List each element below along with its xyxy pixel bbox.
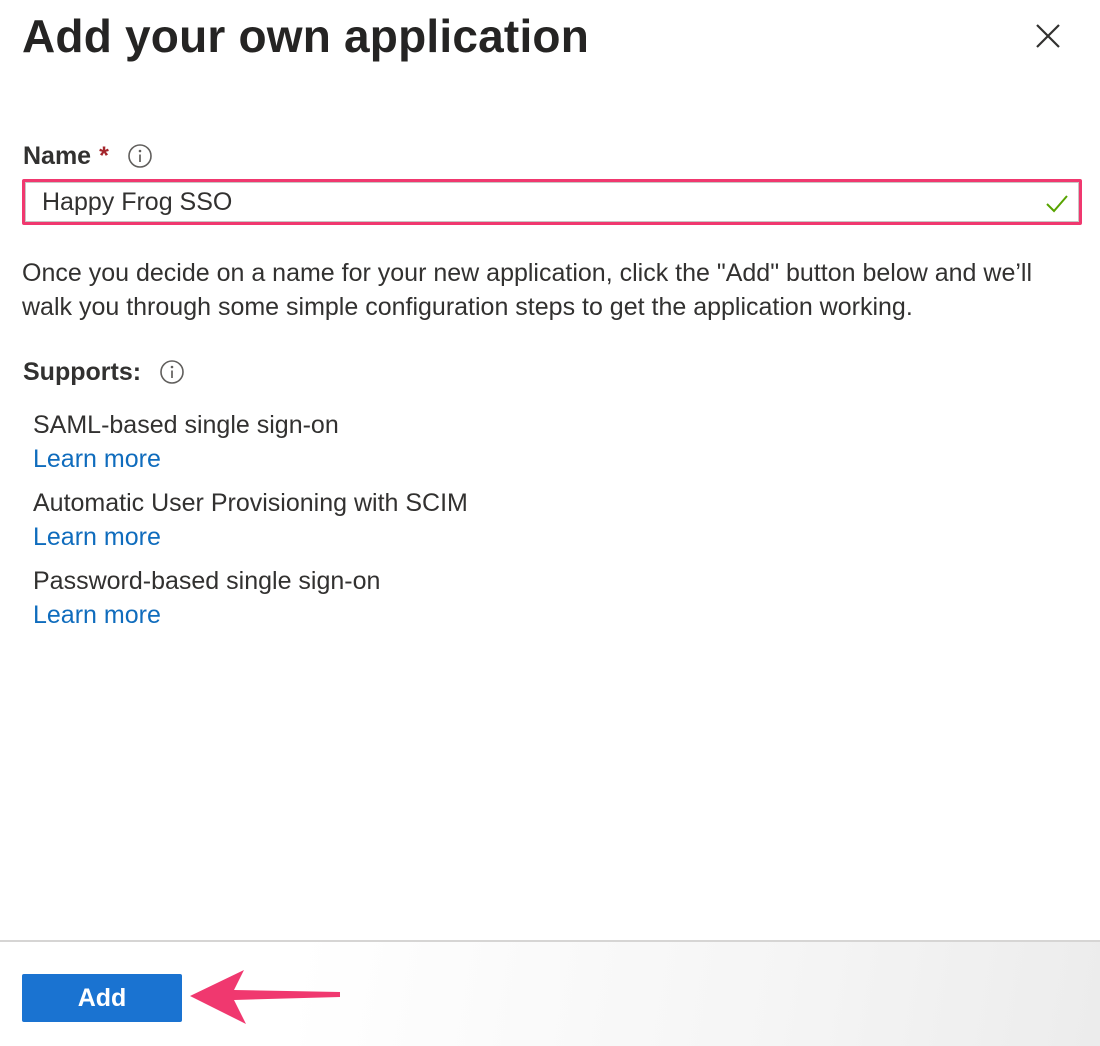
learn-more-link[interactable]: Learn more (33, 442, 161, 476)
close-icon (1036, 24, 1060, 48)
support-name: Password-based single sign-on (33, 567, 381, 595)
add-application-panel: Add your own application Name * Once you… (0, 0, 1100, 1046)
list-item: Password-based single sign-on Learn more (33, 564, 933, 642)
learn-more-link[interactable]: Learn more (33, 520, 161, 554)
page-title: Add your own application (22, 10, 590, 62)
name-input[interactable] (25, 182, 1079, 222)
supports-label: Supports: (23, 357, 142, 386)
list-item: SAML-based single sign-on Learn more (33, 408, 933, 486)
description-text: Once you decide on a name for your new a… (22, 259, 1033, 321)
supports-label-row: Supports: (23, 356, 185, 388)
support-name: Automatic User Provisioning with SCIM (33, 489, 468, 517)
checkmark-icon (1046, 195, 1068, 213)
name-label: Name (23, 141, 92, 170)
support-name: SAML-based single sign-on (33, 411, 339, 439)
arrow-icon (190, 970, 340, 1024)
footer-background (300, 942, 1100, 1046)
info-icon[interactable] (127, 143, 153, 169)
list-item: Automatic User Provisioning with SCIM Le… (33, 486, 933, 564)
required-marker: * (99, 141, 109, 170)
info-icon[interactable] (159, 359, 185, 385)
name-label-row: Name * (23, 140, 153, 172)
learn-more-link[interactable]: Learn more (33, 598, 161, 632)
add-button[interactable]: Add (22, 974, 182, 1022)
close-button[interactable] (1024, 14, 1072, 58)
name-input-highlight (22, 179, 1082, 225)
supports-list: SAML-based single sign-on Learn more Aut… (33, 408, 933, 642)
